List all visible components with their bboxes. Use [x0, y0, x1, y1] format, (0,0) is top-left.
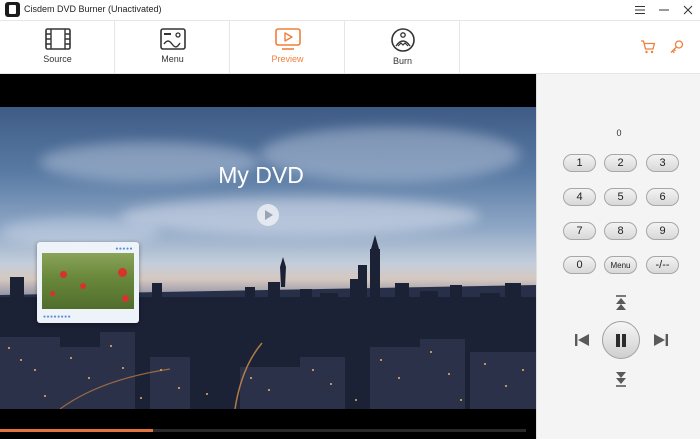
play-all-icon[interactable]: [257, 204, 279, 226]
toolbar-divider: [459, 21, 460, 74]
previous-chapter-icon[interactable]: [573, 332, 591, 348]
step-down-icon[interactable]: [613, 368, 629, 388]
remote-key-9[interactable]: 9: [646, 222, 679, 240]
dvd-menu-background: My DVD ●●●●● ●●●●●●●●: [0, 107, 536, 409]
window-title: Cisdem DVD Burner (Unactivated): [24, 4, 162, 14]
minimize-button[interactable]: [652, 0, 676, 20]
cart-icon[interactable]: [640, 39, 656, 55]
menu-layout-icon: [159, 28, 186, 50]
remote-key-8[interactable]: 8: [604, 222, 637, 240]
preview-viewport: My DVD ●●●●● ●●●●●●●●: [0, 74, 536, 439]
pause-button[interactable]: [602, 321, 640, 359]
thumbnail-dots-decoration: ●●●●●●●●: [43, 314, 72, 320]
chapter-thumbnail[interactable]: ●●●●● ●●●●●●●●: [37, 242, 139, 323]
film-icon: [44, 28, 71, 50]
tab-preview[interactable]: Preview: [230, 21, 345, 74]
tab-burn-label: Burn: [392, 56, 412, 66]
tab-menu-label: Menu: [161, 54, 184, 64]
thumbnail-image: [42, 253, 134, 309]
main-toolbar: Source Menu Preview Burn: [0, 20, 700, 74]
remote-key-5[interactable]: 5: [604, 188, 637, 206]
tab-preview-label: Preview: [271, 54, 304, 64]
tab-burn[interactable]: Burn: [345, 21, 460, 74]
remote-key-1[interactable]: 1: [563, 154, 596, 172]
remote-control-panel: 0 1 2 3 4 5 6 7 8 9 0 Menu -/--: [536, 74, 700, 439]
dvd-menu-title: My DVD: [218, 162, 304, 188]
remote-key-4[interactable]: 4: [563, 188, 596, 206]
app-logo-icon: [5, 2, 20, 17]
tab-source[interactable]: Source: [0, 21, 115, 74]
close-button[interactable]: [676, 0, 700, 20]
remote-key-6[interactable]: 6: [646, 188, 679, 206]
hamburger-menu-icon[interactable]: [628, 0, 652, 20]
disc-burn-icon: [390, 28, 415, 52]
step-up-icon[interactable]: [613, 294, 629, 314]
remote-key-7[interactable]: 7: [563, 222, 596, 240]
tab-source-label: Source: [43, 54, 72, 64]
tab-menu[interactable]: Menu: [115, 21, 230, 74]
remote-digit-toggle-button[interactable]: -/--: [646, 256, 679, 274]
channel-readout: 0: [616, 128, 622, 138]
title-bar: Cisdem DVD Burner (Unactivated): [0, 0, 700, 20]
preview-play-icon: [274, 28, 301, 50]
remote-key-0[interactable]: 0: [563, 256, 596, 274]
key-icon[interactable]: [669, 39, 685, 55]
thumbnail-dots-decoration: ●●●●●: [115, 246, 133, 252]
playback-progress-bar[interactable]: [0, 429, 526, 432]
remote-key-3[interactable]: 3: [646, 154, 679, 172]
remote-key-2[interactable]: 2: [604, 154, 637, 172]
next-chapter-icon[interactable]: [652, 332, 670, 348]
remote-menu-button[interactable]: Menu: [604, 256, 637, 274]
playback-progress-fill: [0, 429, 153, 432]
